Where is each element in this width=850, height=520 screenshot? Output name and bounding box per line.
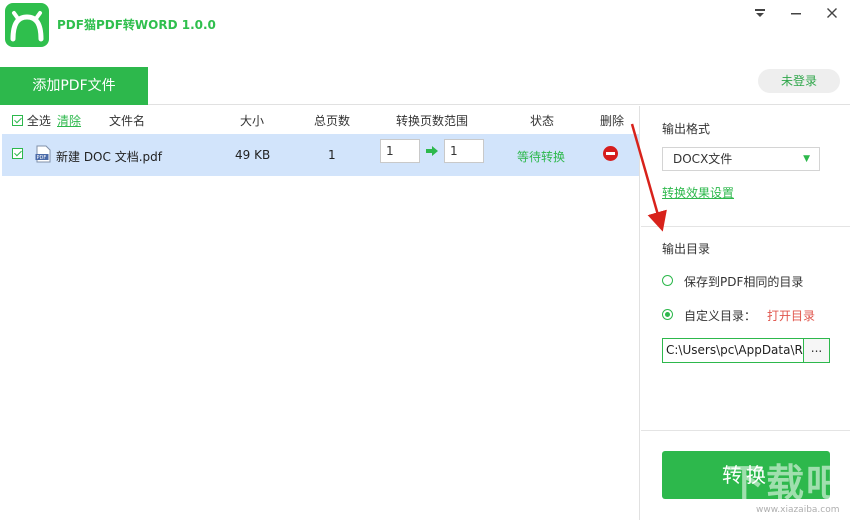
- select-all-label: 全选: [26, 114, 51, 128]
- col-header-range: 转换页数范围: [396, 114, 469, 128]
- row-page-count: 1: [328, 148, 336, 162]
- row-file-size: 49 KB: [235, 148, 271, 162]
- title-bar: PDF猫PDF转WORD 1.0.0: [0, 0, 850, 58]
- menu-icon[interactable]: [749, 4, 771, 26]
- close-icon[interactable]: [821, 4, 843, 26]
- arrow-right-icon: [426, 146, 438, 156]
- app-title: PDF猫PDF转WORD 1.0.0: [57, 18, 216, 32]
- table-row[interactable]: PDF 新建 DOC 文档.pdf 49 KB 1 1 1 等待转换: [2, 134, 639, 176]
- col-header-delete: 删除: [600, 114, 625, 128]
- open-dir-link[interactable]: 打开目录: [767, 307, 815, 324]
- table-header: 全选 清除 文件名 大小 总页数 转换页数范围 状态 删除: [0, 106, 640, 134]
- output-dir-label: 输出目录: [662, 242, 711, 256]
- row-file-name: 新建 DOC 文档.pdf: [56, 150, 162, 164]
- output-format-label: 输出格式: [662, 122, 711, 136]
- output-path-input[interactable]: C:\Users\pc\AppData\R: [662, 338, 804, 363]
- col-header-name: 文件名: [109, 114, 146, 128]
- range-to-input[interactable]: 1: [444, 139, 484, 163]
- divider: [641, 430, 850, 431]
- watermark-text: 下载吧: [726, 461, 847, 505]
- col-header-pages: 总页数: [314, 114, 351, 128]
- output-format-value: DOCX文件: [673, 152, 733, 166]
- watermark-url: www.xiazaiba.com: [756, 505, 840, 515]
- col-header-size: 大小: [240, 114, 265, 128]
- row-status: 等待转换: [517, 150, 566, 164]
- pdf-file-icon: PDF: [35, 145, 51, 163]
- radio-same-dir[interactable]: [662, 275, 673, 286]
- file-table: 全选 清除 文件名 大小 总页数 转换页数范围 状态 删除 PDF 新建 DOC…: [0, 106, 640, 520]
- add-pdf-button[interactable]: 添加PDF文件: [0, 67, 148, 105]
- effect-settings-link[interactable]: 转换效果设置: [662, 184, 734, 201]
- range-from-input[interactable]: 1: [380, 139, 420, 163]
- toolbar: 添加PDF文件 未登录: [0, 67, 850, 105]
- browse-button[interactable]: ...: [803, 338, 830, 363]
- chevron-down-icon: ▼: [803, 154, 810, 164]
- radio-same-dir-label[interactable]: 保存到PDF相同的目录: [684, 273, 803, 290]
- delete-icon[interactable]: [603, 146, 618, 161]
- login-button[interactable]: 未登录: [758, 69, 840, 93]
- row-checkbox[interactable]: [12, 148, 23, 159]
- clear-link[interactable]: 清除: [57, 112, 81, 129]
- svg-text:PDF: PDF: [37, 155, 47, 161]
- divider: [641, 226, 850, 227]
- radio-custom-dir-label[interactable]: 自定义目录：: [684, 307, 756, 324]
- radio-custom-dir[interactable]: [662, 309, 673, 320]
- select-all[interactable]: 全选: [12, 112, 51, 129]
- app-logo: [5, 3, 49, 47]
- output-format-select[interactable]: DOCX文件 ▼: [662, 147, 820, 171]
- col-header-status: 状态: [530, 114, 555, 128]
- minimize-icon[interactable]: [785, 4, 807, 26]
- cat-logo-icon: [10, 11, 44, 42]
- select-all-checkbox[interactable]: [12, 115, 23, 126]
